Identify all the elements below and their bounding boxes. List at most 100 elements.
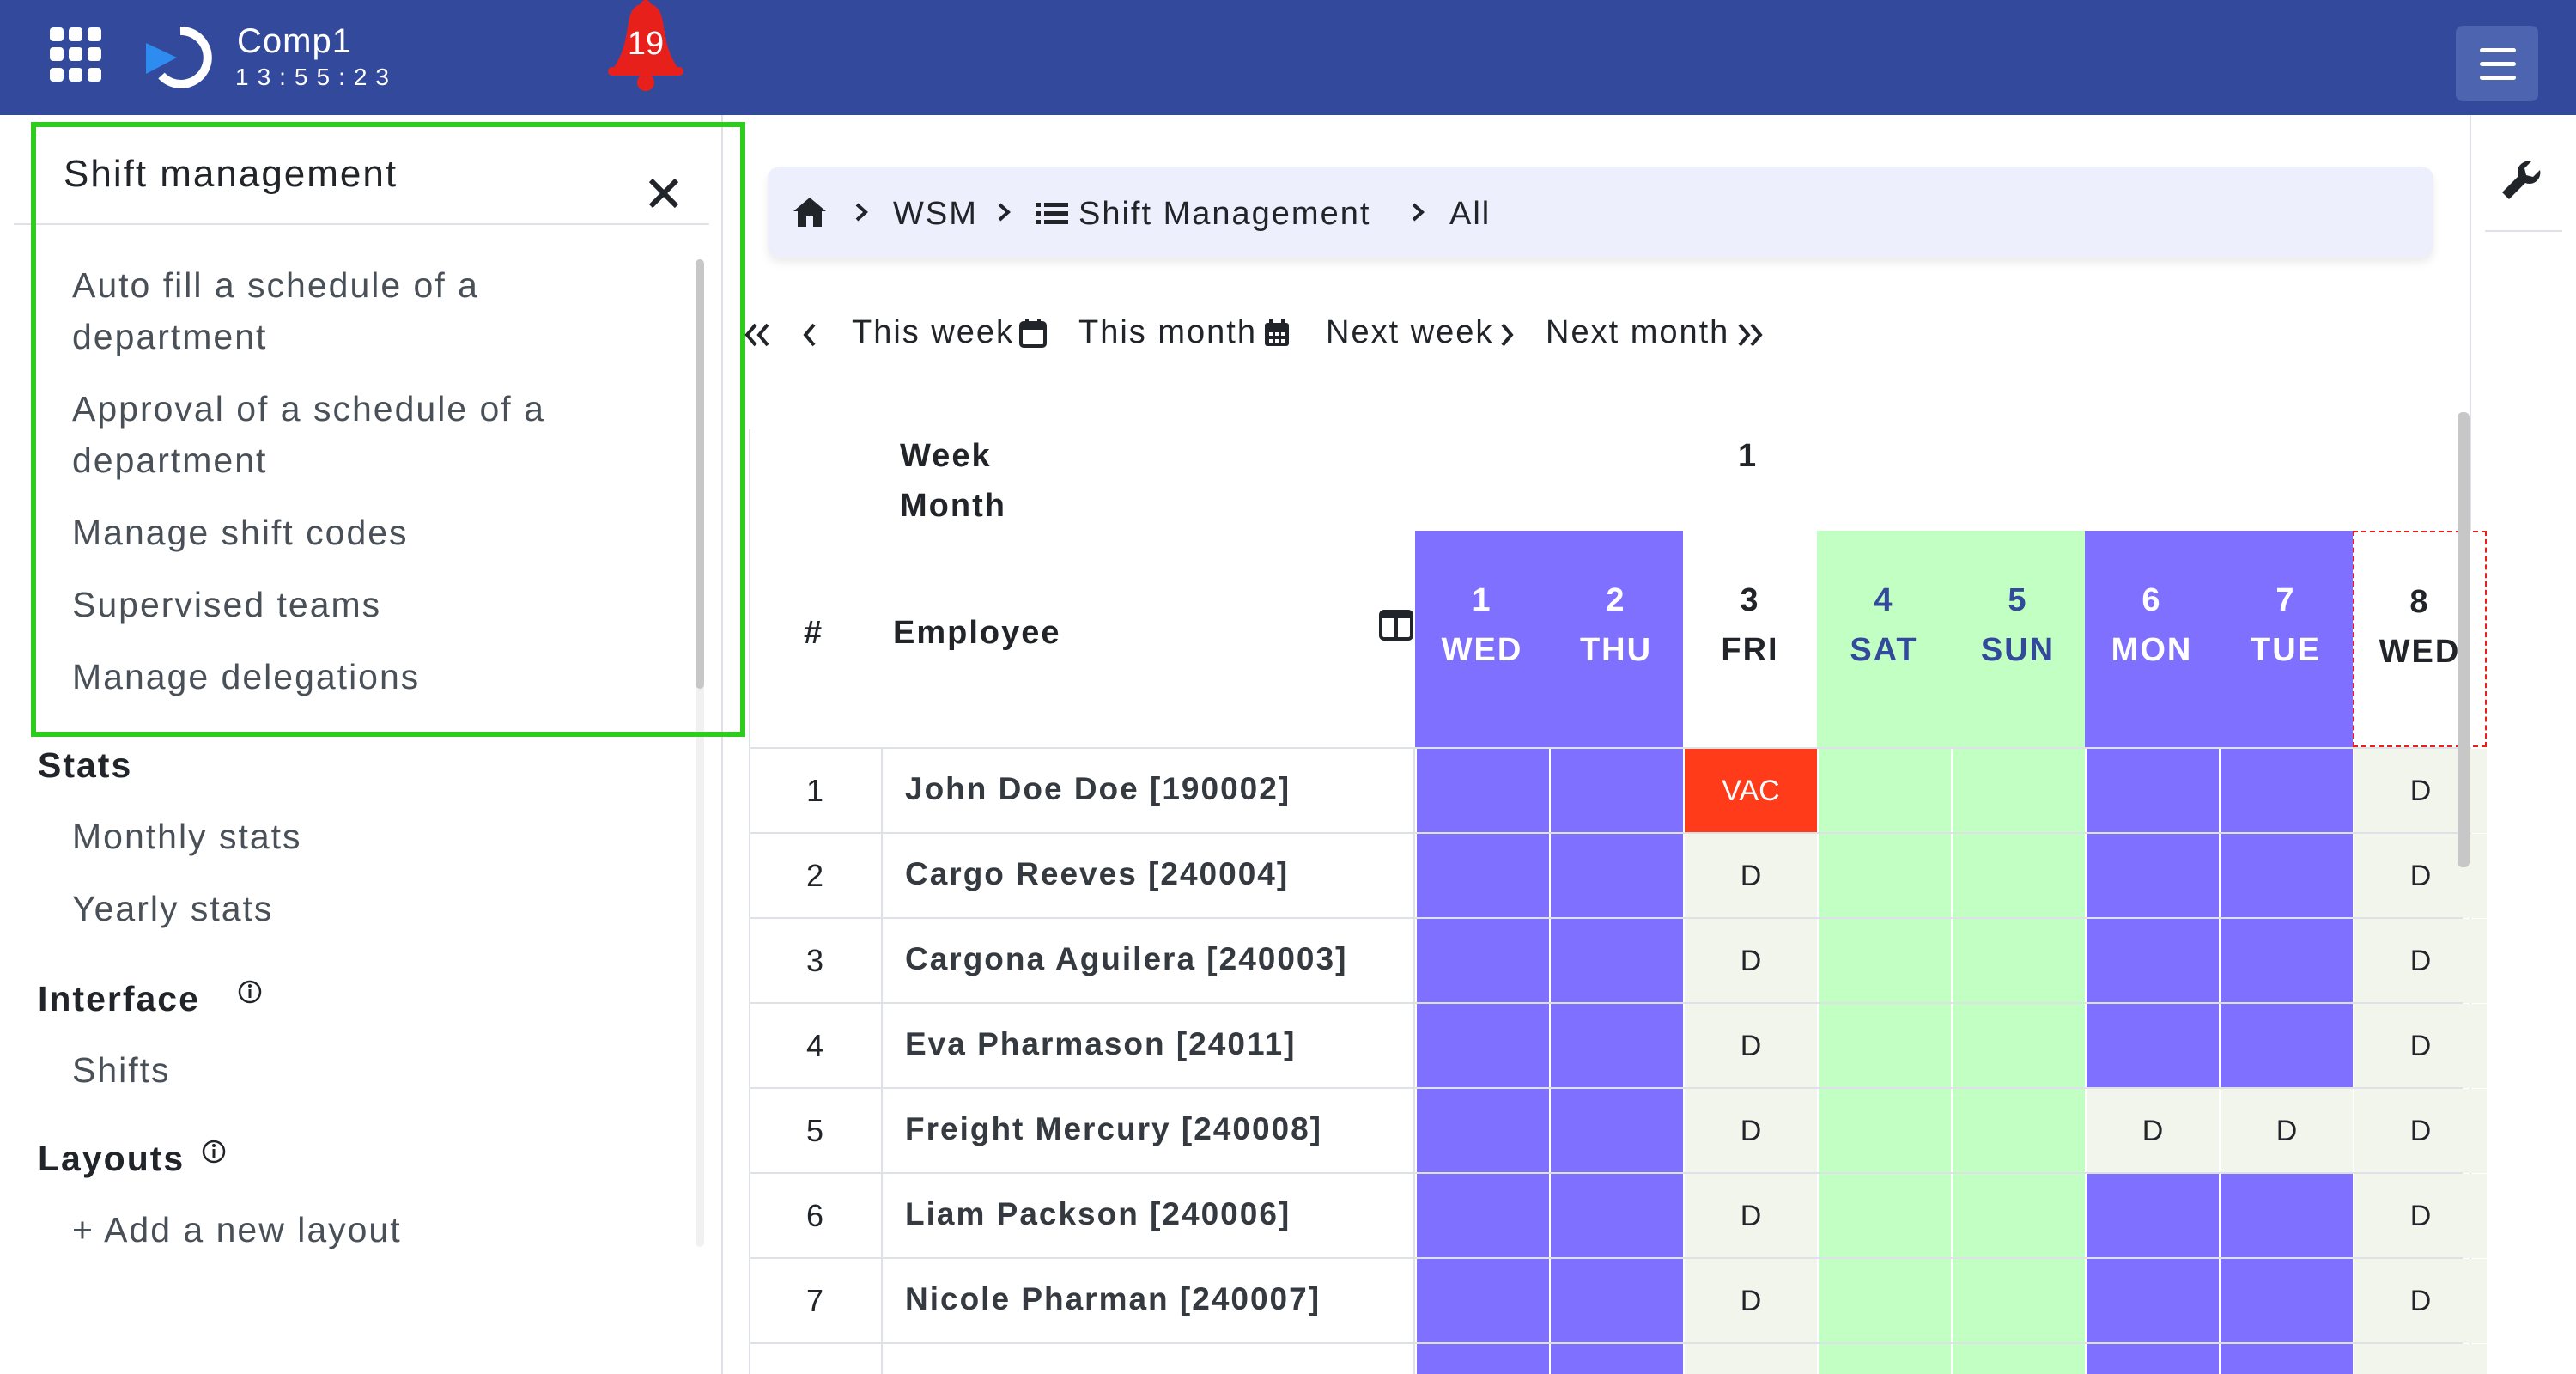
shift-cell[interactable]: D <box>1685 1004 1817 1088</box>
shift-cell[interactable] <box>1819 834 1951 918</box>
shift-cell[interactable] <box>2087 1004 2219 1088</box>
shift-cell[interactable]: D <box>2087 1089 2219 1173</box>
shift-cell[interactable] <box>1819 919 1951 1003</box>
shift-cell[interactable] <box>1551 1004 1683 1088</box>
double-chevron-right-icon[interactable] <box>1735 319 1765 350</box>
shift-cell[interactable] <box>1551 1174 1683 1258</box>
shift-cell[interactable] <box>2087 834 2219 918</box>
breadcrumb-shift-management[interactable]: Shift Management <box>1078 196 1370 233</box>
next-month-button[interactable]: Next month <box>1546 314 1729 351</box>
employee-name[interactable]: Liam Packson [240006] <box>905 1196 1291 1232</box>
shift-cell[interactable] <box>1417 1174 1549 1258</box>
info-icon[interactable] <box>237 979 263 1005</box>
shift-cell[interactable] <box>1551 749 1683 833</box>
apps-grid-icon[interactable] <box>50 27 105 82</box>
day-header-2[interactable]: 2 THU <box>1549 531 1683 747</box>
shift-cell[interactable]: D <box>1685 1259 1817 1343</box>
shift-cell[interactable]: D <box>2354 1004 2487 1088</box>
shift-cell[interactable]: D <box>2354 919 2487 1003</box>
shift-cell[interactable] <box>1819 749 1951 833</box>
shift-cell[interactable] <box>1551 1344 1683 1374</box>
shift-cell[interactable]: D <box>2221 1089 2353 1173</box>
day-header-5[interactable]: 5 SUN <box>1951 531 2085 747</box>
day-header-1[interactable]: 1 WED <box>1415 531 1549 747</box>
shift-cell[interactable] <box>1819 1344 1951 1374</box>
shift-cell[interactable] <box>2221 1344 2353 1374</box>
double-chevron-left-icon[interactable] <box>742 319 773 350</box>
shift-cell[interactable] <box>2221 1174 2353 1258</box>
shift-cell[interactable] <box>2221 919 2353 1003</box>
day-header-6[interactable]: 6 MON <box>2085 531 2219 747</box>
shift-cell[interactable] <box>1819 1004 1951 1088</box>
shift-cell[interactable] <box>1417 1259 1549 1343</box>
breadcrumb-all[interactable]: All <box>1449 196 1491 233</box>
shift-cell[interactable] <box>1417 1004 1549 1088</box>
shift-cell[interactable]: D <box>1685 834 1817 918</box>
shift-cell[interactable] <box>1953 1259 2085 1343</box>
employee-name[interactable]: Nicole Pharman [240007] <box>905 1281 1321 1317</box>
day-header-3[interactable]: 3 FRI <box>1683 531 1817 747</box>
shift-cell[interactable]: D <box>2354 1259 2487 1343</box>
shift-cell[interactable] <box>1953 1344 2085 1374</box>
shift-cell[interactable] <box>1953 749 2085 833</box>
shift-cell[interactable] <box>1417 1344 1549 1374</box>
shift-cell[interactable]: D <box>2354 1089 2487 1173</box>
menu-link-yearly-stats[interactable]: Yearly stats <box>72 883 273 934</box>
shift-cell[interactable] <box>1417 1089 1549 1173</box>
shift-cell[interactable] <box>1819 1174 1951 1258</box>
chevron-right-icon[interactable] <box>1494 319 1520 350</box>
shift-cell[interactable]: VAC <box>1685 749 1817 833</box>
shift-cell[interactable]: D <box>2354 1174 2487 1258</box>
shift-cell[interactable] <box>2354 1344 2487 1374</box>
shift-cell[interactable] <box>1953 1089 2085 1173</box>
wrench-icon[interactable] <box>2499 158 2543 203</box>
chevron-left-icon[interactable] <box>797 319 823 350</box>
shift-cell[interactable]: D <box>1685 919 1817 1003</box>
app-logo-icon[interactable] <box>143 24 218 91</box>
this-week-button[interactable]: This week <box>852 314 1014 351</box>
home-icon[interactable] <box>792 196 828 228</box>
employee-name[interactable]: Cargo Reeves [240004] <box>905 856 1289 892</box>
employee-name[interactable]: John Doe Doe [190002] <box>905 771 1291 807</box>
menu-link-monthly-stats[interactable]: Monthly stats <box>72 811 302 862</box>
shift-cell[interactable]: D <box>1685 1089 1817 1173</box>
shift-cell[interactable] <box>1819 1089 1951 1173</box>
shift-cell[interactable] <box>2087 749 2219 833</box>
breadcrumb-wsm[interactable]: WSM <box>893 196 978 233</box>
shift-cell[interactable] <box>1417 919 1549 1003</box>
shift-cell[interactable] <box>1953 1174 2085 1258</box>
day-header-7[interactable]: 7 TUE <box>2219 531 2353 747</box>
employee-name[interactable]: Freight Mercury [240008] <box>905 1111 1322 1147</box>
shift-cell[interactable] <box>2221 834 2353 918</box>
menu-link-shifts[interactable]: Shifts <box>72 1044 171 1096</box>
employee-name[interactable]: Cargona Aguilera [240003] <box>905 941 1347 977</box>
this-month-button[interactable]: This month <box>1078 314 1257 351</box>
info-icon[interactable] <box>201 1139 227 1164</box>
next-week-button[interactable]: Next week <box>1326 314 1493 351</box>
day-header-4[interactable]: 4 SAT <box>1817 531 1951 747</box>
hamburger-menu-button[interactable] <box>2456 26 2538 101</box>
shift-cell[interactable] <box>1953 1004 2085 1088</box>
shift-cell[interactable] <box>1551 919 1683 1003</box>
add-layout-link[interactable]: + Add a new layout <box>72 1204 402 1255</box>
shift-cell[interactable] <box>1551 1089 1683 1173</box>
shift-cell[interactable] <box>2221 1004 2353 1088</box>
shift-cell[interactable] <box>2221 1259 2353 1343</box>
shift-cell[interactable] <box>2087 1259 2219 1343</box>
shift-cell[interactable] <box>1551 1259 1683 1343</box>
shift-cell[interactable] <box>2087 919 2219 1003</box>
shift-cell[interactable] <box>1551 834 1683 918</box>
shift-cell[interactable] <box>1417 749 1549 833</box>
shift-cell[interactable] <box>1953 834 2085 918</box>
table-scrollbar[interactable] <box>2458 412 2470 867</box>
shift-cell[interactable] <box>1417 834 1549 918</box>
columns-icon[interactable] <box>1379 610 1413 641</box>
shift-cell[interactable] <box>1953 919 2085 1003</box>
shift-cell[interactable] <box>2087 1174 2219 1258</box>
shift-cell[interactable] <box>1819 1259 1951 1343</box>
shift-cell[interactable] <box>2221 749 2353 833</box>
shift-cell[interactable]: D <box>1685 1174 1817 1258</box>
shift-cell[interactable] <box>2087 1344 2219 1374</box>
employee-name[interactable]: Eva Pharmason [24011] <box>905 1026 1296 1062</box>
shift-cell[interactable] <box>1685 1344 1817 1374</box>
